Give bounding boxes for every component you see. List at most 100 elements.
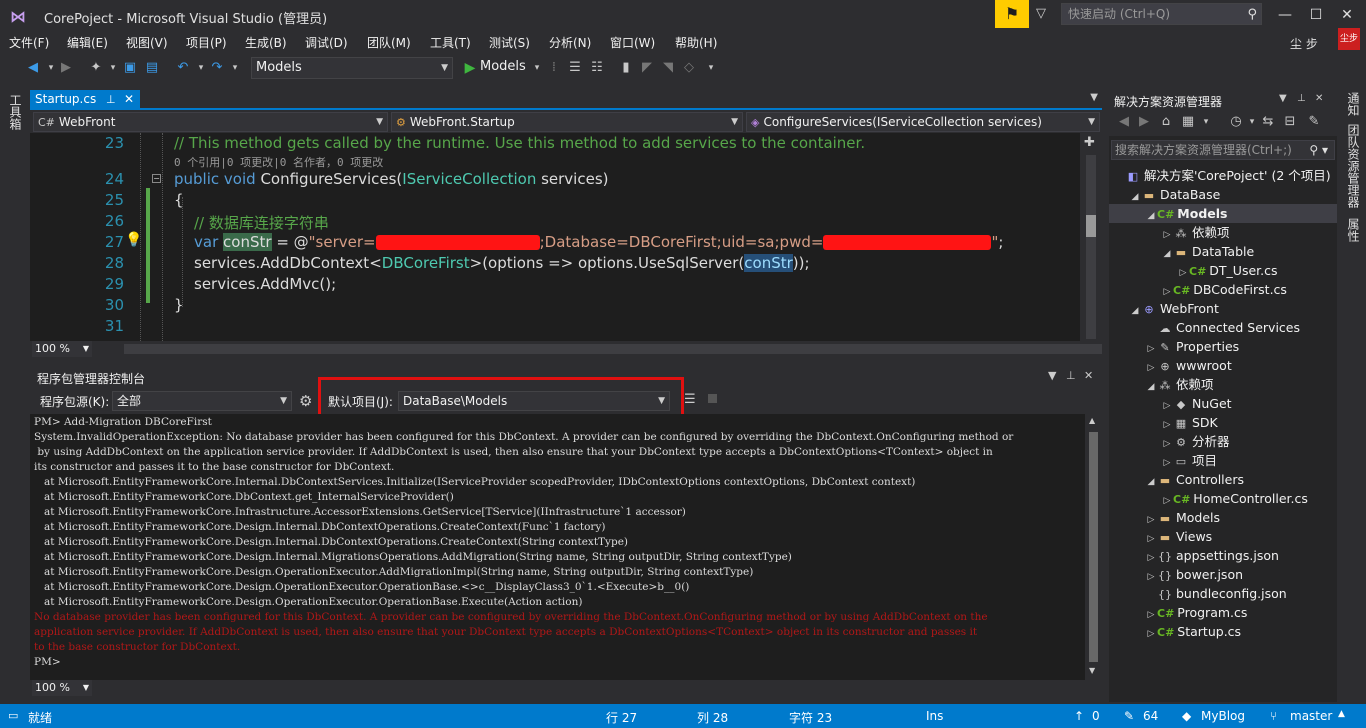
comment-lines-icon[interactable]: ☰ xyxy=(566,59,584,77)
user-avatar[interactable]: 尘步 xyxy=(1338,28,1360,50)
tab-list-dropdown-icon[interactable]: ▼ xyxy=(1090,92,1098,103)
debug-icon[interactable]: ⁞ xyxy=(545,59,563,77)
codelens-info[interactable]: 0 个引用|0 项更改|0 名作者，0 项更改 xyxy=(174,154,383,170)
dropdown-arrow-icon[interactable]: ▾ xyxy=(1197,113,1215,131)
scroll-up-icon[interactable]: ▲ xyxy=(1089,416,1095,425)
collapse-all-icon[interactable]: ⊟ xyxy=(1281,113,1299,131)
pin-icon[interactable]: ⊥ xyxy=(1297,93,1306,104)
close-button[interactable]: ✕ xyxy=(1332,3,1362,27)
scroll-thumb[interactable] xyxy=(1089,432,1098,662)
pending-changes-count[interactable]: 64 xyxy=(1143,709,1158,723)
home-icon[interactable]: ⌂ xyxy=(1157,113,1175,131)
menu-file[interactable]: 文件(F) xyxy=(9,34,49,51)
tree-item[interactable]: ▷ ▬ Models xyxy=(1109,508,1337,527)
stop-command-icon[interactable] xyxy=(708,394,717,403)
menu-window[interactable]: 窗口(W) xyxy=(610,34,655,51)
signed-in-user[interactable]: 尘 步 xyxy=(1290,35,1318,52)
dropdown-arrow-icon[interactable]: ▾ xyxy=(104,59,122,77)
notifications-tab[interactable]: 通知 xyxy=(1345,92,1362,116)
tree-item[interactable]: ▷ ⚙ 分析器 xyxy=(1109,432,1337,451)
new-project-icon[interactable]: ✦ xyxy=(87,59,105,77)
undo-icon[interactable]: ↶ xyxy=(174,59,192,77)
close-panel-icon[interactable]: ✕ xyxy=(1084,369,1093,382)
code-line[interactable]: // 数据库连接字符串 xyxy=(194,212,329,233)
tree-item[interactable]: ◢ ▬ Controllers xyxy=(1109,470,1337,489)
tree-item[interactable]: ◢ ▬ DataBase xyxy=(1109,185,1337,204)
lightbulb-icon[interactable]: 💡 xyxy=(125,232,142,248)
branch-icon[interactable]: ⑂ xyxy=(1270,709,1277,723)
navigate-forward-icon[interactable]: ▶ xyxy=(57,59,75,77)
console-vertical-scrollbar[interactable]: ▲ ▼ xyxy=(1085,414,1102,680)
tree-item[interactable]: ▷{} appsettings.json xyxy=(1109,546,1337,565)
properties-icon[interactable]: ✎ xyxy=(1305,113,1323,131)
editor-vertical-scrollbar[interactable]: ✚ xyxy=(1080,133,1102,341)
pin-icon[interactable]: ⊥ xyxy=(1066,369,1076,382)
toolbar-overflow-icon[interactable]: ▾ xyxy=(702,59,720,77)
tree-item[interactable]: ◢ ⁂ 依赖项 xyxy=(1109,375,1337,394)
package-manager-console-output[interactable]: PM> Add-Migration DBCoreFirst System.Inv… xyxy=(30,414,1085,680)
bookmark-icon[interactable]: ▮ xyxy=(617,59,635,77)
solution-explorer-search-input[interactable]: 搜索解决方案资源管理器(Ctrl+;) ⚲ ▾ xyxy=(1111,140,1335,160)
code-line[interactable]: } xyxy=(174,296,184,314)
tree-item[interactable]: ◢ ▬ DataTable xyxy=(1109,242,1337,261)
settings-gear-icon[interactable]: ⚙ xyxy=(299,392,312,410)
tree-item[interactable]: ▷ ▦ SDK xyxy=(1109,413,1337,432)
window-position-dropdown-icon[interactable]: ▼ xyxy=(1279,93,1287,104)
close-panel-icon[interactable]: ✕ xyxy=(1315,93,1323,104)
window-position-dropdown-icon[interactable]: ▼ xyxy=(1048,369,1056,382)
code-editor[interactable]: − 💡 23 // This method gets called by the… xyxy=(30,133,1080,341)
branch-dropdown-icon[interactable]: ▲ xyxy=(1338,709,1345,719)
member-navigation-combo[interactable]: ◈ ConfigureServices(IServiceCollection se… xyxy=(746,112,1100,132)
uncomment-lines-icon[interactable]: ☷ xyxy=(588,59,606,77)
switch-views-icon[interactable]: ▦ xyxy=(1179,113,1197,131)
split-editor-icon[interactable]: ✚ xyxy=(1084,135,1095,150)
tree-item[interactable]: ◧ 解决方案'CorePoject' (2 个项目) xyxy=(1109,166,1337,185)
quick-launch-input[interactable]: 快速启动 (Ctrl+Q) ⚲ xyxy=(1061,3,1262,25)
dropdown-arrow-icon[interactable]: ▾ xyxy=(528,59,546,77)
toolbox-tab[interactable]: 工具箱 xyxy=(7,94,24,130)
code-line[interactable]: public void ConfigureServices(IServiceCo… xyxy=(174,170,609,188)
push-up-arrow-icon[interactable]: ↑ xyxy=(1074,709,1084,723)
menu-help[interactable]: 帮助(H) xyxy=(675,34,717,51)
next-bookmark-icon[interactable]: ◥ xyxy=(659,59,677,77)
tree-item[interactable]: ▷ ▭ 项目 xyxy=(1109,451,1337,470)
package-source-combo[interactable]: 全部 ▼ xyxy=(112,391,292,411)
menu-team[interactable]: 团队(M) xyxy=(367,34,411,51)
console-prompt[interactable]: PM> xyxy=(34,656,61,668)
console-zoom-combo[interactable]: 100 % ▼ xyxy=(32,680,92,696)
menu-build[interactable]: 生成(B) xyxy=(245,34,287,51)
tree-expander-icon[interactable]: ▷ xyxy=(1145,625,1157,644)
scroll-track[interactable] xyxy=(1086,155,1096,339)
repository-name[interactable]: MyBlog xyxy=(1201,709,1245,723)
tree-item[interactable]: {} bundleconfig.json xyxy=(1109,584,1337,603)
tree-item[interactable]: ▷ ⁂ 依赖项 xyxy=(1109,223,1337,242)
tree-item[interactable]: ▷ C# HomeController.cs xyxy=(1109,489,1337,508)
menu-view[interactable]: 视图(V) xyxy=(126,34,168,51)
dropdown-arrow-icon[interactable]: ▾ xyxy=(226,59,244,77)
pin-icon[interactable]: ⊥ xyxy=(106,90,116,109)
clear-bookmarks-icon[interactable]: ◇ xyxy=(680,59,698,77)
menu-test[interactable]: 测试(S) xyxy=(489,34,530,51)
repository-icon[interactable]: ◆ xyxy=(1182,709,1191,723)
tree-item[interactable]: ▷ ▬ Views xyxy=(1109,527,1337,546)
prev-bookmark-icon[interactable]: ◤ xyxy=(638,59,656,77)
tree-item[interactable]: ☁ Connected Services xyxy=(1109,318,1337,337)
back-icon[interactable]: ◀ xyxy=(1115,113,1133,131)
tab-startup-cs[interactable]: Startup.cs ⊥ ✕ xyxy=(30,90,140,110)
tree-item[interactable]: ▷ C# DT_User.cs xyxy=(1109,261,1337,280)
tree-item[interactable]: ▷ C# Program.cs xyxy=(1109,603,1337,622)
run-target-label[interactable]: Models xyxy=(480,59,526,74)
scroll-down-icon[interactable]: ▼ xyxy=(1089,666,1095,675)
close-tab-icon[interactable]: ✕ xyxy=(124,90,134,109)
unpushed-commits-count[interactable]: 0 xyxy=(1092,709,1100,723)
redo-icon[interactable]: ↷ xyxy=(208,59,226,77)
clear-console-icon[interactable]: ☰ xyxy=(684,392,696,407)
filter-icon[interactable]: ▽ xyxy=(1036,6,1056,24)
code-line[interactable]: // This method gets called by the runtim… xyxy=(174,134,865,152)
code-line[interactable]: services.AddMvc(); xyxy=(194,275,336,293)
tree-item[interactable]: ◢ C# Models xyxy=(1109,204,1337,223)
scroll-thumb[interactable] xyxy=(1086,215,1096,237)
menu-project[interactable]: 项目(P) xyxy=(186,34,227,51)
menu-analyze[interactable]: 分析(N) xyxy=(549,34,591,51)
editor-horizontal-scrollbar[interactable] xyxy=(124,344,1102,354)
